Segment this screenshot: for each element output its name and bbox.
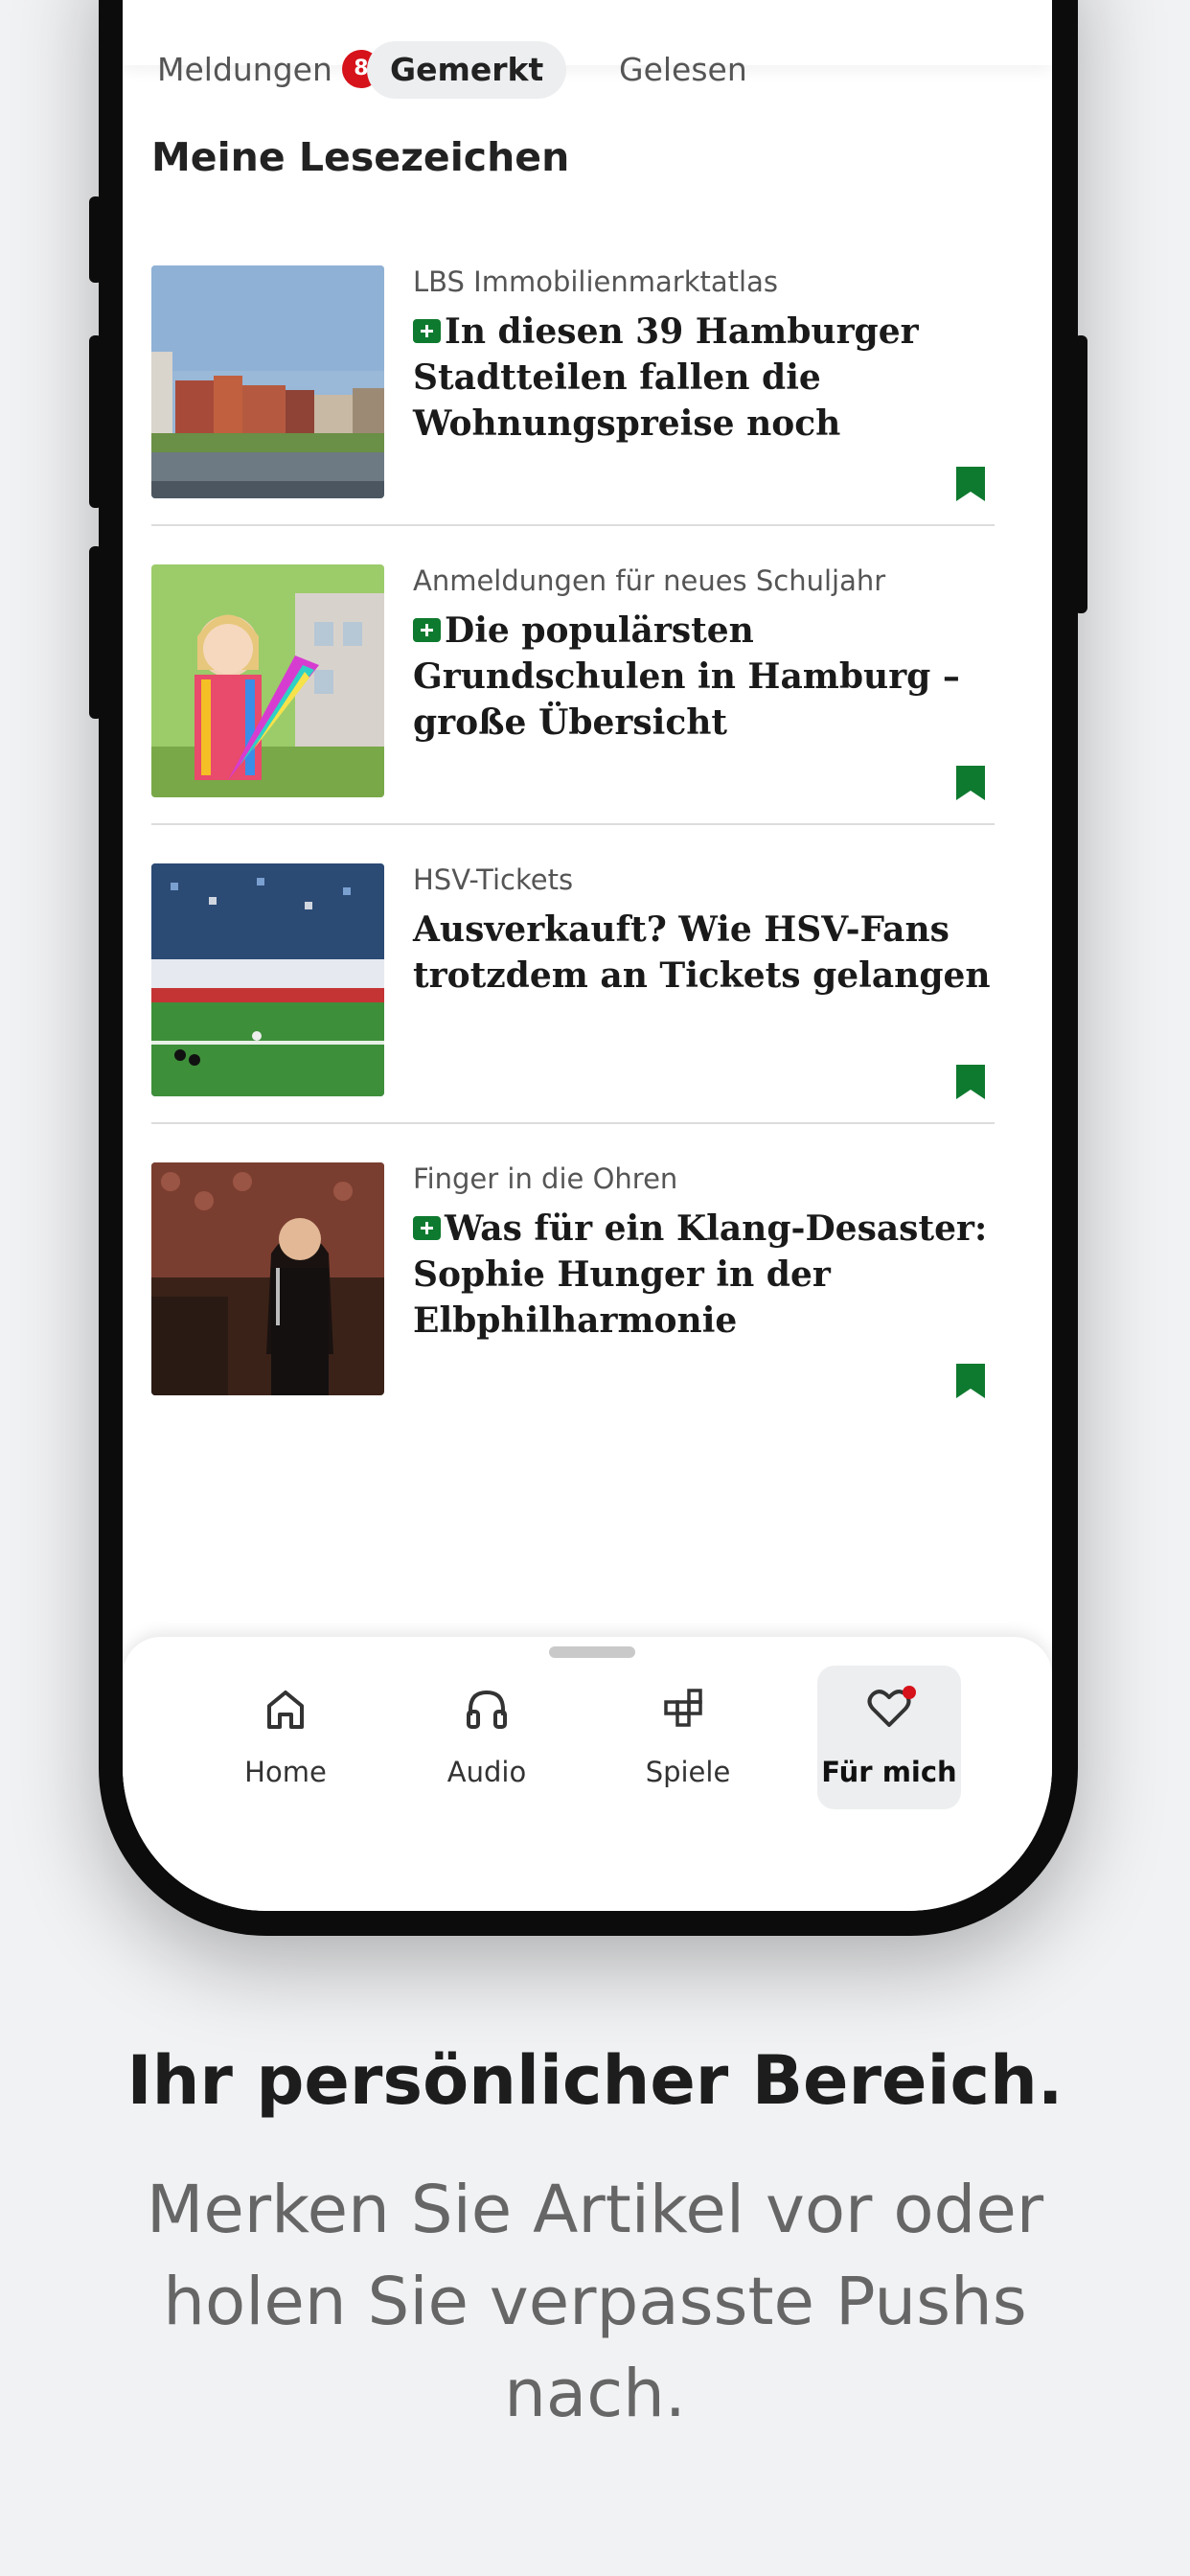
hamburg-harbour-apartments-photo — [151, 265, 384, 498]
nav-fuer-mich[interactable]: Für mich — [817, 1666, 961, 1809]
app-screen: Meldungen 8 Gemerkt Gelesen Meine Lesezei… — [123, 0, 1052, 1911]
tab-meldungen[interactable]: Meldungen 8 — [134, 41, 403, 99]
article-headline-text: Die populärsten Grundschulen in Hamburg … — [413, 610, 960, 743]
tab-gelesen[interactable]: Gelesen — [596, 41, 770, 99]
phone-side-button — [89, 196, 103, 283]
list-item[interactable]: Anmeldungen für neues Schuljahr Die popu… — [151, 526, 995, 825]
puzzle-grid-icon — [664, 1689, 702, 1727]
article-headline-text: In diesen 39 Hamburger Stadtteilen falle… — [413, 311, 919, 444]
list-item[interactable]: HSV-Tickets Ausverkauft? Wie HSV-Fans tr… — [151, 825, 995, 1124]
sheet-grabber[interactable] — [549, 1646, 635, 1658]
nav-audio[interactable]: Audio — [415, 1666, 559, 1809]
bottom-navigation: Home Audio Spiele Für mich — [123, 1637, 1052, 1911]
article-headline: Was für ein Klang-Desaster: Sophie Hunge… — [413, 1206, 997, 1344]
nav-spiele-label: Spiele — [645, 1756, 731, 1788]
phone-side-button — [89, 546, 103, 719]
list-item[interactable]: LBS Immobilienmarktatlas In diesen 39 Ha… — [151, 227, 995, 526]
tab-meldungen-label: Meldungen — [157, 51, 332, 88]
phone-side-button — [89, 335, 103, 508]
article-kicker: Anmeldungen für neues Schuljahr — [413, 564, 886, 597]
tab-gelesen-label: Gelesen — [619, 51, 747, 88]
article-headline: In diesen 39 Hamburger Stadtteilen falle… — [413, 309, 997, 447]
article-headline: Die populärsten Grundschulen in Hamburg … — [413, 608, 997, 746]
singer-on-stage-photo — [151, 1162, 384, 1395]
article-headline-text: Ausverkauft? Wie HSV-Fans trotzdem an Ti… — [413, 909, 991, 996]
tab-gemerkt-label: Gemerkt — [390, 51, 544, 88]
girl-with-school-cone-photo — [151, 564, 384, 797]
nav-home[interactable]: Home — [214, 1666, 357, 1809]
bookmark-icon[interactable] — [956, 766, 985, 800]
tab-gemerkt[interactable]: Gemerkt — [367, 41, 567, 99]
article-kicker: HSV-Tickets — [413, 863, 574, 896]
headphones-icon — [467, 1690, 507, 1729]
nav-home-label: Home — [244, 1756, 327, 1788]
bookmark-icon[interactable] — [956, 1364, 985, 1398]
phone-side-button — [1074, 335, 1087, 613]
nav-fuer-mich-label: Für mich — [821, 1756, 957, 1788]
article-headline: Ausverkauft? Wie HSV-Fans trotzdem an Ti… — [413, 907, 997, 999]
article-headline-text: Was für ein Klang-Desaster: Sophie Hunge… — [413, 1208, 988, 1341]
phone-frame: Meldungen 8 Gemerkt Gelesen Meine Lesezei… — [89, 0, 1087, 1936]
page-title: Meine Lesezeichen — [151, 134, 570, 180]
bookmark-icon[interactable] — [956, 467, 985, 501]
home-icon — [267, 1690, 304, 1729]
premium-plus-icon — [413, 1215, 441, 1240]
bookmark-icon[interactable] — [956, 1065, 985, 1099]
nav-spiele[interactable]: Spiele — [616, 1666, 760, 1809]
promo-title: Ihr persönlicher Bereich. — [126, 2041, 1064, 2120]
premium-plus-icon — [413, 318, 441, 343]
stadium-crowd-photo — [151, 863, 384, 1096]
article-kicker: Finger in die Ohren — [413, 1162, 678, 1195]
article-kicker: LBS Immobilienmarktatlas — [413, 265, 778, 298]
list-item[interactable]: Finger in die Ohren Was für ein Klang-De… — [151, 1124, 995, 1423]
nav-audio-label: Audio — [446, 1756, 527, 1788]
heart-icon — [867, 1686, 916, 1727]
promo-subtitle: Merken Sie Artikel vor oder holen Sie ve… — [146, 2172, 1044, 2432]
segmented-tabs: Meldungen 8 Gemerkt Gelesen — [123, 0, 1052, 99]
premium-plus-icon — [413, 617, 441, 642]
